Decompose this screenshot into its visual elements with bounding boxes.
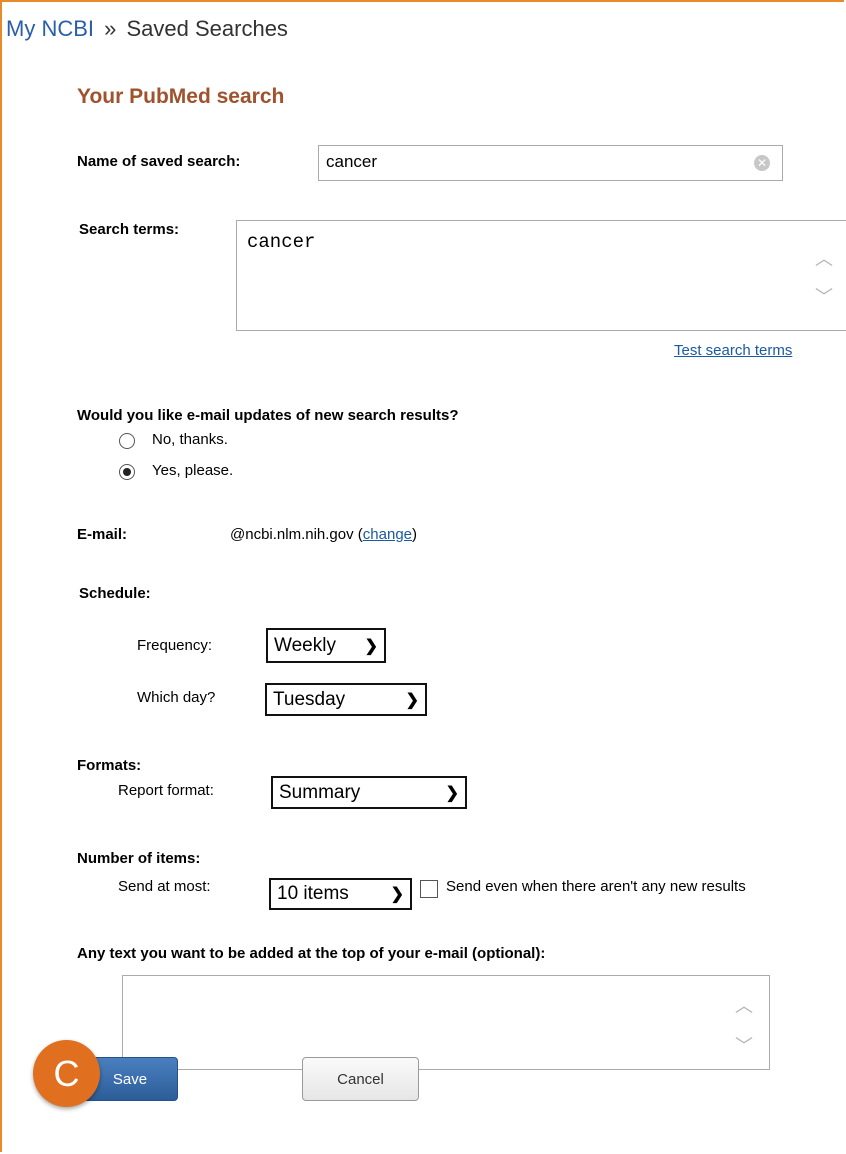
chevron-down-icon: ❯ (390, 886, 404, 903)
radio-yes-please-label: Yes, please. (152, 462, 234, 479)
search-name-input[interactable]: cancer (318, 145, 783, 181)
callout-badge: C (33, 1040, 100, 1107)
chevron-up-icon[interactable]: ︿ (735, 992, 753, 1018)
radio-no-thanks[interactable] (119, 433, 135, 449)
formats-label: Formats: (77, 757, 142, 774)
send-even-label: Send even when there aren't any new resu… (446, 878, 746, 895)
frequency-label: Frequency: (137, 637, 213, 654)
report-format-label: Report format: (118, 782, 214, 799)
email-address: @ncbi.nlm.nih.gov (230, 526, 354, 543)
radio-yes-please[interactable] (119, 464, 135, 480)
chevron-down-icon: ❯ (445, 784, 459, 802)
report-format-value: Summary (279, 781, 361, 803)
change-email-link[interactable]: change (363, 526, 412, 543)
test-search-terms-link[interactable]: Test search terms (674, 342, 792, 359)
breadcrumb-my-ncbi-link[interactable]: My NCBI (6, 16, 94, 41)
email-address-line: @ncbi.nlm.nih.gov (change) (230, 526, 417, 543)
chevron-down-icon: ❯ (405, 691, 419, 709)
send-at-most-select[interactable]: 10 items ❯ (269, 878, 412, 910)
search-terms-textarea[interactable]: cancer (236, 220, 846, 331)
email-close-paren: ) (412, 526, 418, 543)
search-terms-label: Search terms: (79, 221, 180, 238)
email-label: E-mail: (77, 526, 128, 543)
chevron-down-icon[interactable]: ﹀ (815, 283, 833, 309)
frequency-select[interactable]: Weekly ❯ (266, 628, 386, 663)
clear-circle-icon[interactable]: ✕ (754, 155, 770, 171)
frequency-value: Weekly (274, 634, 336, 656)
chevron-down-icon[interactable]: ﹀ (735, 1032, 753, 1058)
email-updates-question: Would you like e-mail updates of new sea… (77, 407, 459, 424)
report-format-select[interactable]: Summary ❯ (271, 776, 467, 809)
send-even-checkbox[interactable] (420, 880, 438, 898)
breadcrumb-separator: » (104, 16, 117, 41)
chevron-down-icon: ❯ (364, 637, 378, 655)
chevron-up-icon[interactable]: ︿ (815, 245, 833, 271)
email-text-label: Any text you want to be added at the top… (77, 945, 546, 962)
email-text-textarea[interactable] (122, 975, 770, 1070)
breadcrumb: My NCBI » Saved Searches (6, 16, 288, 42)
schedule-label: Schedule: (79, 585, 151, 602)
page-title: Your PubMed search (77, 85, 285, 108)
breadcrumb-current: Saved Searches (126, 16, 288, 41)
send-at-most-label: Send at most: (118, 878, 211, 895)
number-of-items-label: Number of items: (77, 850, 201, 867)
cancel-button[interactable]: Cancel (302, 1057, 419, 1101)
which-day-value: Tuesday (273, 688, 346, 710)
send-at-most-value: 10 items (277, 883, 349, 904)
name-field-label: Name of saved search: (77, 153, 241, 170)
which-day-label: Which day? (137, 689, 216, 706)
which-day-select[interactable]: Tuesday ❯ (265, 683, 427, 716)
radio-no-thanks-label: No, thanks. (152, 431, 228, 448)
